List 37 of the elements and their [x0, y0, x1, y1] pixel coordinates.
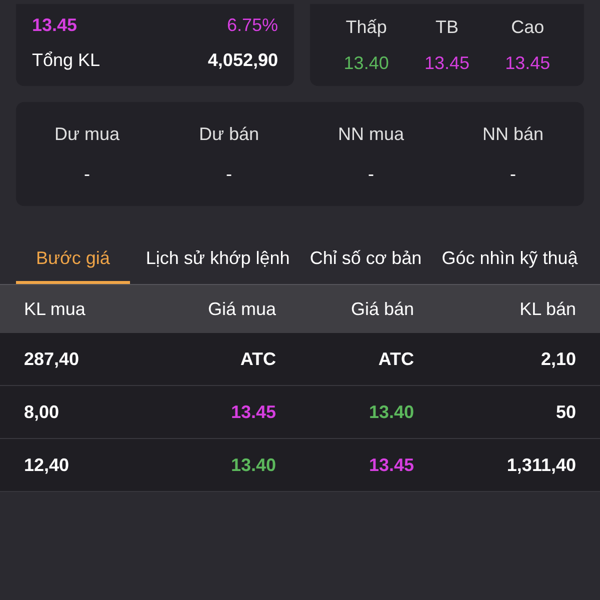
flow-label: Dư bán	[198, 123, 260, 146]
flow-value: -	[510, 163, 516, 186]
range-value: 13.45	[505, 52, 550, 75]
flow-value: -	[368, 163, 374, 186]
table-cell-text: 50	[554, 401, 576, 424]
volume-label: Tổng KL	[32, 49, 100, 72]
tab[interactable]: Lịch sử khớp lệnh	[142, 234, 294, 284]
flow-label: NN bán	[482, 123, 544, 146]
range-value: 13.40	[344, 52, 389, 75]
table-cell-text: ATC	[239, 348, 277, 371]
flow-value: -	[226, 163, 232, 186]
range-value: 13.45	[424, 52, 470, 75]
tab[interactable]: Chỉ số cơ bản	[306, 234, 426, 284]
table-cell-text: 2,10	[540, 348, 576, 371]
column-header: KL bán	[518, 298, 576, 321]
flow-value: -	[84, 163, 90, 186]
table-cell-text: 13.40	[368, 401, 415, 424]
flow-label: Dư mua	[54, 123, 120, 146]
table-cell-text: 13.45	[230, 401, 277, 424]
range-label: Cao	[511, 16, 544, 39]
table-cell-text: 13.40	[230, 454, 277, 477]
volume-value: 4,052,90	[208, 49, 278, 72]
range-label: Thấp	[346, 16, 387, 39]
column-header: Giá mua	[206, 298, 277, 321]
table-cell-text: 13.45	[368, 454, 415, 477]
table-cell-text: 1,311,40	[506, 454, 576, 477]
flow-label: NN mua	[338, 123, 404, 146]
column-header: Giá bán	[350, 298, 415, 321]
table-cell-text: 287,40	[24, 348, 80, 371]
tab[interactable]: Góc nhìn kỹ thuậ	[438, 234, 582, 284]
price-text: 13.45	[32, 16, 78, 34]
table-cell-text: 8,00	[24, 401, 60, 424]
table-cell-text: 12,40	[24, 454, 70, 477]
table-cell-text: ATC	[377, 348, 415, 371]
change-percent: 6.75%	[226, 16, 278, 34]
range-label: TB	[435, 16, 458, 39]
column-header: KL mua	[24, 298, 86, 321]
